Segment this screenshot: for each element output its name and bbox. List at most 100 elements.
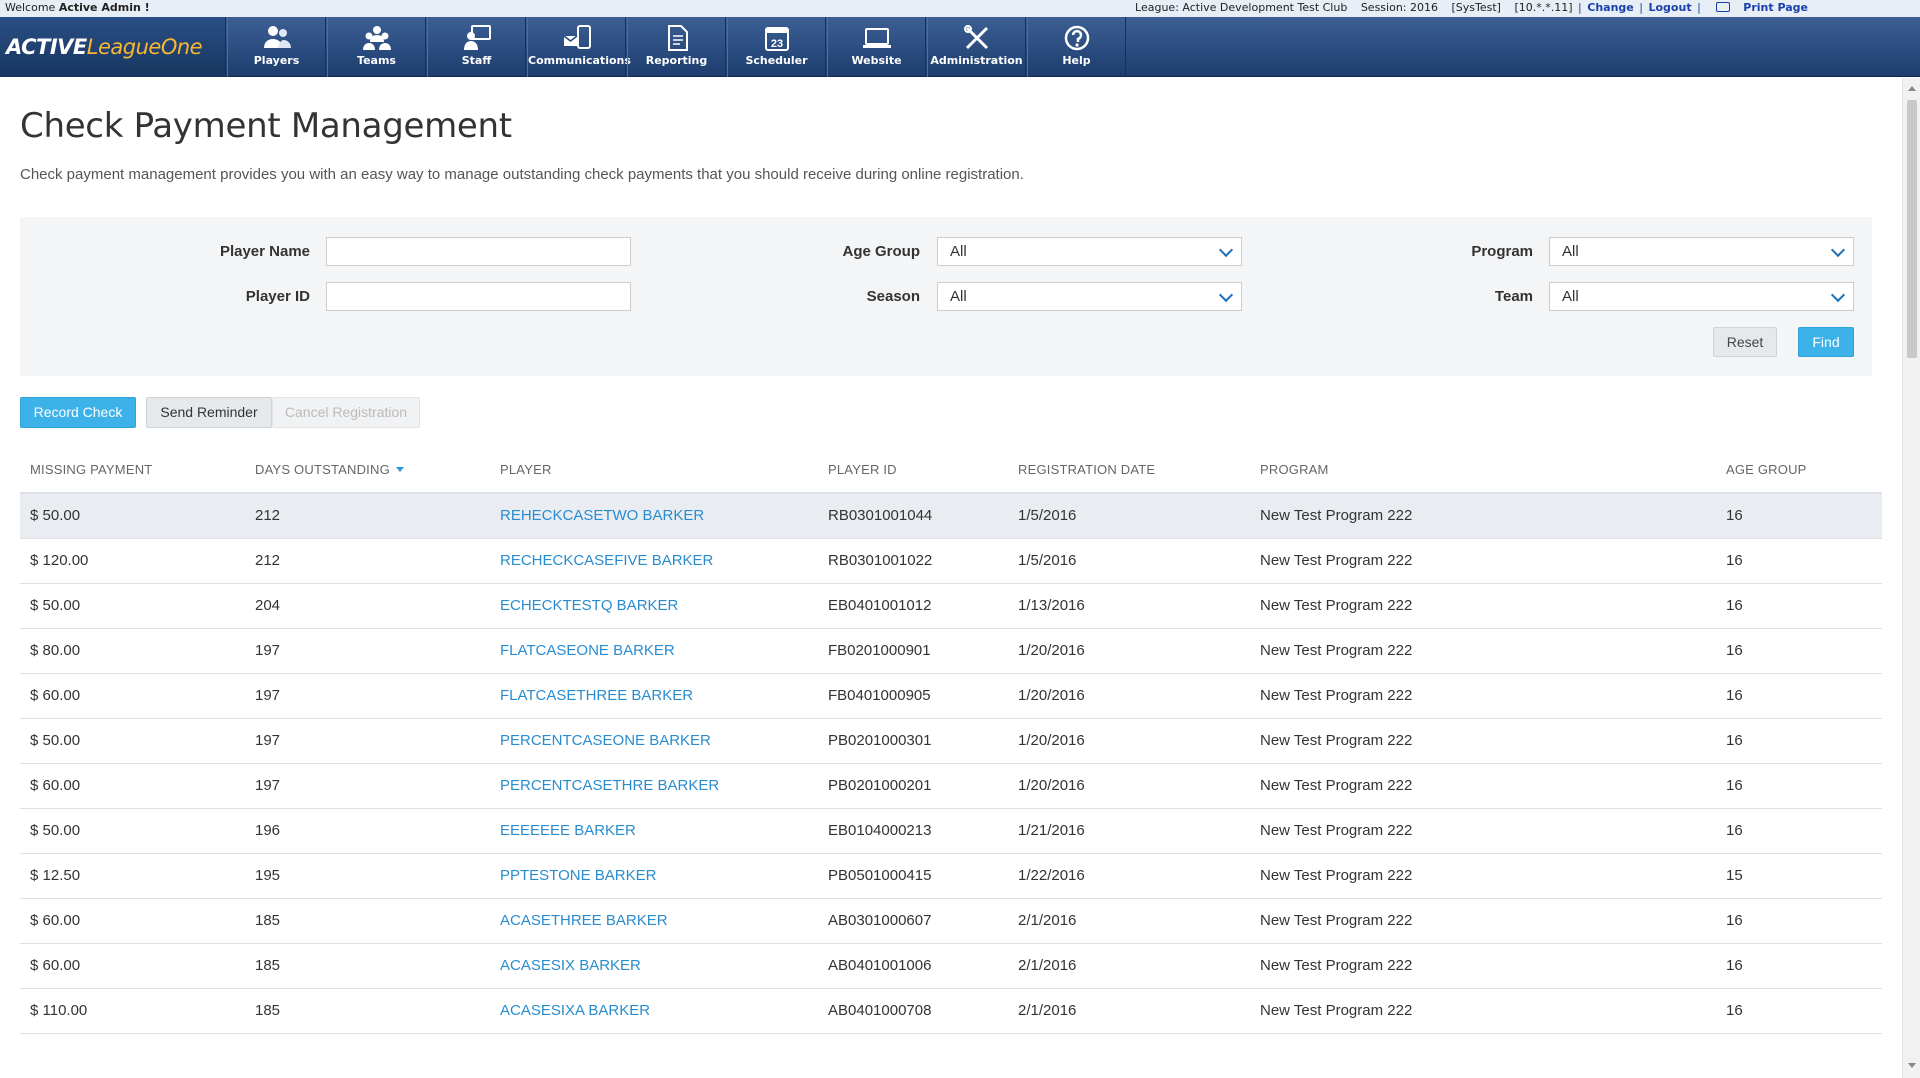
nav-reporting[interactable]: Reporting <box>627 17 726 77</box>
print-page-label: Print Page <box>1743 1 1808 14</box>
team-select[interactable]: All <box>1549 282 1854 311</box>
cell-player-id: AB0401000708 <box>828 1002 932 1019</box>
send-reminder-button[interactable]: Send Reminder <box>146 397 272 428</box>
cell-missing-payment: $ 50.00 <box>30 507 81 524</box>
cell-program: New Test Program 222 <box>1260 597 1413 614</box>
cell-player-link[interactable]: ACASESIXA BARKER <box>500 1002 650 1019</box>
logout-link[interactable]: Logout <box>1648 1 1691 14</box>
nav-label: Website <box>851 54 902 67</box>
table-row[interactable]: $ 120.00 212 RECHECKCASEFIVE BARKER RB03010… <box>20 539 1882 584</box>
find-button[interactable]: Find <box>1798 327 1854 357</box>
nav-staff[interactable]: Staff <box>427 17 526 77</box>
cell-player-link[interactable]: PPTESTONE BARKER <box>500 867 656 884</box>
season-select[interactable]: All <box>937 282 1242 311</box>
separator: | <box>1697 1 1701 14</box>
age-group-label: Age Group <box>842 243 921 260</box>
cell-days-outstanding: 196 <box>255 822 281 839</box>
print-page-link[interactable]: Print Page <box>1706 1 1808 14</box>
cell-missing-payment: $ 120.00 <box>30 552 89 569</box>
player-id-input[interactable] <box>326 282 631 311</box>
separator: | <box>1578 1 1582 14</box>
cell-age-group: 16 <box>1726 957 1743 974</box>
col-program[interactable]: PROGRAM <box>1260 462 1329 477</box>
table-row[interactable]: $ 50.00 204 ECHECKTESTQ BARKER EB0401001012… <box>20 584 1882 629</box>
cell-player-link[interactable]: FLATCASETHREE BARKER <box>500 687 693 704</box>
cell-age-group: 16 <box>1726 507 1743 524</box>
cell-player-link[interactable]: PERCENTCASETHRE BARKER <box>500 777 719 794</box>
chevron-down-icon <box>1218 287 1234 303</box>
table-row[interactable]: $ 60.00 185 ACASESIX BARKER AB0401001006 2/1… <box>20 944 1882 989</box>
cell-program: New Test Program 222 <box>1260 687 1413 704</box>
season-value: All <box>950 288 967 305</box>
scroll-down-arrow-icon[interactable] <box>1908 1063 1916 1068</box>
nav-teams[interactable]: Teams <box>327 17 426 77</box>
welcome-prefix: Welcome <box>5 1 56 14</box>
nav-label: Communications <box>528 54 631 67</box>
col-age-group[interactable]: AGE GROUP <box>1726 462 1807 477</box>
record-check-button[interactable]: Record Check <box>20 397 136 428</box>
cell-registration-date: 1/5/2016 <box>1018 552 1077 569</box>
cell-registration-date: 1/20/2016 <box>1018 687 1085 704</box>
cell-player-link[interactable]: RECHECKCASEFIVE BARKER <box>500 552 713 569</box>
cell-program: New Test Program 222 <box>1260 912 1413 929</box>
col-missing-payment[interactable]: MISSING PAYMENT <box>30 462 152 477</box>
website-icon <box>862 28 891 48</box>
nav-help[interactable]: Help <box>1027 17 1126 77</box>
cell-days-outstanding: 185 <box>255 912 281 929</box>
nav-communications[interactable]: Communications <box>527 17 631 77</box>
nav-scheduler[interactable]: 23 Scheduler <box>727 17 826 77</box>
table-row[interactable]: $ 12.50 195 PPTESTONE BARKER PB0501000415 1/… <box>20 854 1882 899</box>
change-link[interactable]: Change <box>1587 1 1634 14</box>
cell-program: New Test Program 222 <box>1260 642 1413 659</box>
cell-missing-payment: $ 60.00 <box>30 957 81 974</box>
cell-registration-date: 1/5/2016 <box>1018 507 1077 524</box>
nav-website[interactable]: Website <box>827 17 926 77</box>
program-select[interactable]: All <box>1549 237 1854 266</box>
check-payments-table: MISSING PAYMENT DAYS OUTSTANDING PLAYER … <box>20 452 1882 1034</box>
table-row[interactable]: $ 50.00 197 PERCENTCASEONE BARKER PB0201000… <box>20 719 1882 764</box>
table-row[interactable]: $ 80.00 197 FLATCASEONE BARKER FB0201000901… <box>20 629 1882 674</box>
activeleagueone-logo[interactable]: ACTIVE LeagueOne <box>0 17 226 77</box>
cell-days-outstanding: 195 <box>255 867 281 884</box>
cell-missing-payment: $ 50.00 <box>30 732 81 749</box>
col-registration-date[interactable]: REGISTRATION DATE <box>1018 462 1155 477</box>
col-days-outstanding[interactable]: DAYS OUTSTANDING <box>255 462 404 477</box>
chevron-down-icon <box>1830 242 1846 258</box>
staff-icon <box>463 25 491 50</box>
program-label: Program <box>1471 243 1533 260</box>
cell-registration-date: 1/21/2016 <box>1018 822 1085 839</box>
nav-administration[interactable]: Administration <box>927 17 1026 77</box>
scroll-thumb[interactable] <box>1907 100 1917 358</box>
col-player[interactable]: PLAYER <box>500 462 552 477</box>
age-group-select[interactable]: All <box>937 237 1242 266</box>
cell-player-link[interactable]: REHECKCASETWO BARKER <box>500 507 704 524</box>
cell-player-link[interactable]: ACASESIX BARKER <box>500 957 641 974</box>
cell-player-link[interactable]: ECHECKTESTQ BARKER <box>500 597 678 614</box>
cell-player-link[interactable]: FLATCASEONE BARKER <box>500 642 675 659</box>
col-player-id[interactable]: PLAYER ID <box>828 462 897 477</box>
player-name-input[interactable] <box>326 237 631 266</box>
scroll-up-arrow-icon[interactable] <box>1908 86 1916 91</box>
table-row[interactable]: $ 60.00 197 PERCENTCASETHRE BARKER PB020100… <box>20 764 1882 809</box>
table-body: $ 50.00 212 REHECKCASETWO BARKER RB03010010… <box>20 494 1882 1034</box>
cell-registration-date: 1/20/2016 <box>1018 732 1085 749</box>
cell-player-id: PB0201000201 <box>828 777 932 794</box>
table-row[interactable]: $ 110.00 185 ACASESIXA BARKER AB0401000708 2… <box>20 989 1882 1034</box>
cell-age-group: 16 <box>1726 822 1743 839</box>
cell-days-outstanding: 197 <box>255 732 281 749</box>
table-row[interactable]: $ 60.00 197 FLATCASETHREE BARKER FB04010009… <box>20 674 1882 719</box>
cell-player-link[interactable]: ACASETHREE BARKER <box>500 912 668 929</box>
cell-player-link[interactable]: EEEEEEE BARKER <box>500 822 636 839</box>
cell-registration-date: 1/22/2016 <box>1018 867 1085 884</box>
vertical-scrollbar[interactable] <box>1902 78 1920 1078</box>
nav-players[interactable]: Players <box>227 17 326 77</box>
welcome-text: Welcome Active Admin ! <box>5 1 150 14</box>
cell-registration-date: 1/20/2016 <box>1018 642 1085 659</box>
cell-player-id: PB0501000415 <box>828 867 932 884</box>
cancel-registration-button: Cancel Registration <box>272 397 420 428</box>
cell-player-link[interactable]: PERCENTCASEONE BARKER <box>500 732 711 749</box>
reset-button[interactable]: Reset <box>1713 327 1777 357</box>
table-row[interactable]: $ 50.00 212 REHECKCASETWO BARKER RB03010010… <box>20 494 1882 539</box>
table-row[interactable]: $ 50.00 196 EEEEEEE BARKER EB0104000213 1/21… <box>20 809 1882 854</box>
table-row[interactable]: $ 60.00 185 ACASETHREE BARKER AB0301000607 2… <box>20 899 1882 944</box>
